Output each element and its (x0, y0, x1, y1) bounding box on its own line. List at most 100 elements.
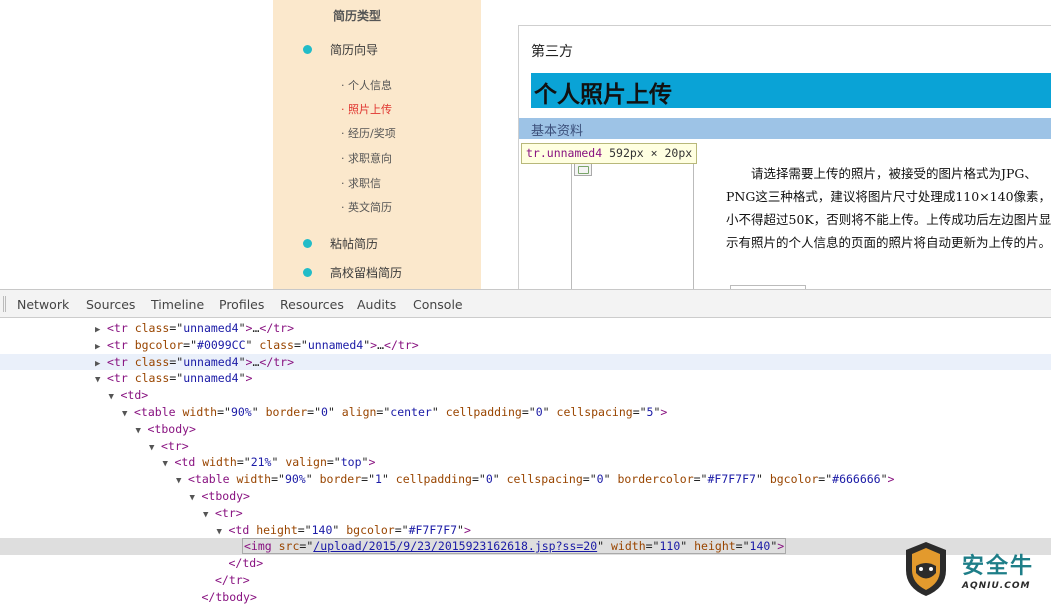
code-token: <tr (107, 321, 135, 335)
sidebar-subitem-cover-letter[interactable]: · 求职信 (341, 175, 381, 191)
code-token: border (319, 472, 362, 487)
code-token: #0099CC (197, 337, 246, 352)
code-token: 90% (230, 405, 252, 419)
inspect-tooltip: tr.unnamed4 592px × 20px (521, 143, 698, 164)
dom-tree-node[interactable]: </tbody> (0, 589, 1051, 604)
tab-console[interactable]: Console (413, 297, 463, 312)
dom-tree-node[interactable]: </tr> (0, 572, 1051, 589)
sidebar-item-paste-resume[interactable]: 粘帖简历 (303, 235, 378, 252)
tab-timeline[interactable]: Timeline (151, 297, 204, 312)
sidebar-item-resume-wizard[interactable]: 简历向导 (303, 41, 378, 58)
dom-tree-node[interactable]: </td> (0, 555, 1051, 572)
code-token: <tr> (161, 438, 189, 453)
sidebar-subitem-job-intention[interactable]: · 求职意向 (341, 150, 392, 166)
dom-tree-node[interactable]: ▼ <tr class="unnamed4"> (0, 370, 1051, 387)
code-token: bgcolor (346, 522, 395, 537)
code-token: " (245, 337, 260, 352)
dom-tree-node[interactable]: ▶ <tr bgcolor="#0099CC" class="unnamed4">… (0, 337, 1051, 354)
code-token: =" (326, 455, 341, 470)
code-token: <tbody> (147, 421, 196, 436)
code-token: " (271, 455, 286, 470)
code-token: " (238, 354, 246, 369)
sidebar-subitem-experience[interactable]: · 经历/奖项 (341, 125, 396, 141)
page-viewport: 简历类型 简历向导 · 个人信息 · 照片上传 · 经历/奖项 · 求职意向 ·… (0, 0, 1051, 289)
code-token: =" (271, 472, 285, 487)
sidebar: 简历类型 简历向导 · 个人信息 · 照片上传 · 经历/奖项 · 求职意向 ·… (273, 0, 481, 289)
breadcrumb: 第三方 (531, 44, 573, 60)
dom-tree-node[interactable]: ▼ <tr> (0, 438, 1051, 455)
code-token: </td> (228, 556, 264, 571)
code-token: " (492, 472, 507, 487)
code-token: =" (307, 405, 321, 419)
tab-resources[interactable]: Resources (280, 297, 344, 312)
code-token: 1 (375, 472, 382, 487)
code-token: <tr (107, 371, 135, 386)
sidebar-subitem-personal-info[interactable]: · 个人信息 (341, 77, 392, 93)
code-token: unnamed4 (183, 321, 239, 335)
sidebar-subitem-english-resume[interactable]: · 英文简历 (341, 199, 392, 215)
code-token: " (603, 472, 618, 487)
dom-node-markup: <img src="/upload/2015/9/23/201592316261… (242, 538, 787, 555)
panel-grip-icon[interactable] (3, 296, 6, 312)
code-token: 21% (250, 455, 272, 470)
dom-node-markup: <tr class="unnamed4">…</tr> (107, 321, 294, 335)
code-token: =" (521, 405, 536, 419)
code-token: src (278, 539, 300, 554)
code-token: " (332, 522, 347, 537)
code-token: 140 (311, 522, 333, 537)
devtools-panel: Network Sources Timeline Profiles Resour… (0, 289, 1051, 604)
resource-link[interactable]: /upload/2015/9/23/2015923162618.jsp?ss=2… (313, 539, 597, 553)
dom-tree-node[interactable]: <img src="/upload/2015/9/23/201592316261… (0, 538, 1051, 556)
dom-node-markup: <tbody> (202, 489, 250, 503)
tab-profiles[interactable]: Profiles (219, 297, 264, 312)
bullet-dot-icon (303, 268, 312, 277)
code-token: unnamed4 (183, 371, 239, 386)
code-token: " (238, 371, 246, 386)
dom-tree-node[interactable]: ▶ <tr class="unnamed4">…</tr> (0, 353, 1051, 371)
code-token: " (381, 472, 396, 487)
dom-node-markup: </tr> (215, 573, 250, 587)
dom-tree-node[interactable]: ▼ <table width="90%" border="1" cellpaddi… (0, 471, 1051, 488)
dom-tree-node[interactable]: ▼ <tbody> (0, 488, 1051, 505)
dom-node-markup: </tbody> (202, 590, 257, 604)
sidebar-subitem-photo-upload[interactable]: · 照片上传 (341, 101, 392, 117)
photo-preview (571, 157, 694, 289)
dom-node-markup: </td> (229, 556, 264, 570)
sidebar-item-label: 粘帖简历 (330, 237, 379, 251)
code-token: <tbody> (201, 489, 250, 503)
section-header: 基本资料 (519, 118, 1051, 139)
code-token: " (327, 405, 342, 419)
code-token: width (236, 472, 272, 487)
dom-tree-node[interactable]: ▼ <tbody> (0, 421, 1051, 438)
dom-tree-node[interactable]: ▼ <td height="140" bgcolor="#F7F7F7"> (0, 522, 1051, 539)
code-token: " (880, 472, 888, 487)
code-token: <img (244, 539, 279, 554)
sidebar-item-campus-resume[interactable]: 高校留档简历 (303, 264, 402, 281)
page-title: 个人照片上传 (534, 81, 672, 108)
code-token: top (340, 455, 362, 470)
devtools-tabbar: Network Sources Timeline Profiles Resour… (0, 290, 1051, 318)
code-token: 140 (749, 539, 771, 554)
code-token: " (457, 522, 464, 537)
dom-tree-node[interactable]: ▼ <td> (0, 387, 1051, 404)
dom-node-markup: <td height="140" bgcolor="#F7F7F7"> (229, 523, 471, 537)
dom-tree-node[interactable]: ▼ <table width="90%" border="0" align="ce… (0, 404, 1051, 421)
code-token: =" (818, 472, 833, 487)
code-token: </tr> (384, 337, 419, 352)
dom-tree-node[interactable]: ▶ <tr class="unnamed4">…</tr> (0, 320, 1051, 337)
watermark-logo-icon (906, 542, 946, 596)
tab-audits[interactable]: Audits (357, 297, 396, 312)
tab-network[interactable]: Network (17, 297, 69, 312)
code-token: </tbody> (201, 589, 257, 604)
code-token: class (134, 321, 170, 335)
dom-tree-node[interactable]: ▼ <tr> (0, 505, 1051, 522)
code-token: align (341, 405, 377, 419)
code-token: =" (582, 472, 597, 487)
code-token: valign (285, 455, 327, 470)
code-token: > (887, 472, 895, 487)
code-token: center (390, 405, 432, 419)
tab-sources[interactable]: Sources (86, 297, 135, 312)
page-title-bar: 个人照片上传 (531, 73, 1051, 108)
dom-tree-node[interactable]: ▼ <td width="21%" valign="top"> (0, 454, 1051, 471)
code-token: =" (693, 472, 708, 487)
